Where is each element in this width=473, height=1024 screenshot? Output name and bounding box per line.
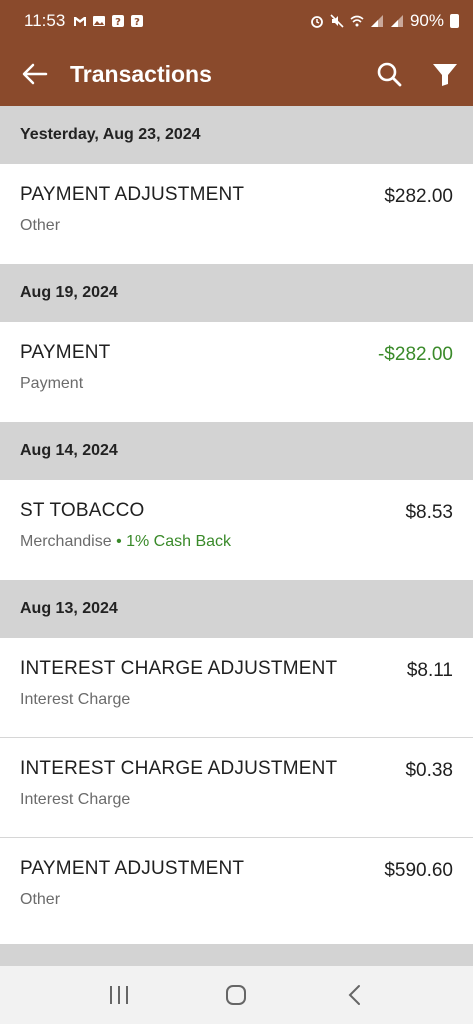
transaction-name: INTEREST CHARGE ADJUSTMENT bbox=[20, 758, 338, 779]
transaction-name: INTEREST CHARGE ADJUSTMENT bbox=[20, 658, 338, 679]
transaction-row[interactable]: INTEREST CHARGE ADJUSTMENT $8.11 Interes… bbox=[0, 638, 473, 738]
transaction-list: Yesterday, Aug 23, 2024 PAYMENT ADJUSTME… bbox=[0, 106, 473, 938]
battery-percent: 90% bbox=[409, 11, 444, 30]
mute-icon bbox=[330, 14, 344, 28]
system-back-button[interactable] bbox=[324, 970, 384, 1020]
transaction-amount: $0.38 bbox=[405, 760, 453, 781]
transaction-category: Interest Charge bbox=[20, 791, 131, 808]
next-date-header-partial bbox=[0, 944, 473, 966]
transaction-row[interactable]: PAYMENT ADJUSTMENT $282.00 Other bbox=[0, 164, 473, 264]
transaction-amount: $8.53 bbox=[405, 502, 453, 523]
transaction-amount: $8.11 bbox=[406, 660, 453, 681]
app-bar: Transactions bbox=[0, 42, 473, 106]
date-header: Yesterday, Aug 23, 2024 bbox=[0, 106, 473, 164]
cashback-badge: • 1% Cash Back bbox=[116, 533, 232, 550]
svg-text:?: ? bbox=[134, 17, 140, 28]
transaction-category: Payment bbox=[20, 375, 84, 392]
arrow-left-icon bbox=[22, 63, 48, 85]
search-icon bbox=[377, 62, 402, 87]
transaction-category: Other bbox=[20, 891, 61, 908]
transaction-amount: -$282.00 bbox=[377, 344, 453, 365]
transaction-row[interactable]: PAYMENT ADJUSTMENT $590.60 Other bbox=[0, 838, 473, 938]
transaction-amount: $282.00 bbox=[384, 186, 453, 207]
home-button[interactable] bbox=[206, 970, 266, 1020]
image-icon bbox=[93, 16, 106, 26]
chevron-left-icon bbox=[348, 985, 361, 1005]
transaction-name: ST TOBACCO bbox=[20, 500, 145, 521]
gmail-icon bbox=[74, 17, 87, 26]
filter-icon bbox=[433, 64, 457, 86]
transaction-row[interactable]: PAYMENT -$282.00 Payment bbox=[0, 322, 473, 422]
alarm-icon bbox=[311, 16, 323, 28]
system-nav-bar bbox=[0, 966, 473, 1024]
back-button[interactable] bbox=[0, 42, 70, 106]
filter-button[interactable] bbox=[417, 42, 473, 106]
transaction-category: Other bbox=[20, 217, 61, 234]
date-header: Aug 19, 2024 bbox=[0, 264, 473, 322]
recents-button[interactable] bbox=[89, 970, 149, 1020]
search-button[interactable] bbox=[361, 42, 417, 106]
wifi-icon bbox=[350, 15, 364, 27]
status-time: 11:53 bbox=[24, 11, 66, 30]
signal-icon bbox=[370, 15, 383, 27]
transaction-amount: $590.60 bbox=[384, 860, 453, 881]
notification-icons: ? ? bbox=[73, 14, 144, 28]
home-icon bbox=[226, 985, 247, 1005]
transaction-category: Merchandise bbox=[20, 533, 112, 550]
unknown-app-icon: ? bbox=[112, 15, 125, 28]
transaction-row[interactable]: ST TOBACCO $8.53 Merchandise • 1% Cash B… bbox=[0, 480, 473, 580]
svg-text:?: ? bbox=[115, 17, 121, 28]
signal-icon bbox=[390, 15, 403, 27]
transaction-subtitle: Merchandise • 1% Cash Back bbox=[20, 533, 453, 551]
page-title: Transactions bbox=[70, 60, 212, 87]
transaction-category: Interest Charge bbox=[20, 691, 131, 708]
battery-icon bbox=[450, 14, 459, 28]
status-bar: 11:53 ? ? 90% bbox=[0, 0, 473, 42]
date-header: Aug 13, 2024 bbox=[0, 580, 473, 638]
system-icons: 90% bbox=[310, 11, 459, 31]
unknown-app-icon: ? bbox=[131, 15, 144, 28]
date-header: Aug 14, 2024 bbox=[0, 422, 473, 480]
transaction-row[interactable]: INTEREST CHARGE ADJUSTMENT $0.38 Interes… bbox=[0, 738, 473, 838]
recents-icon bbox=[109, 986, 128, 1004]
